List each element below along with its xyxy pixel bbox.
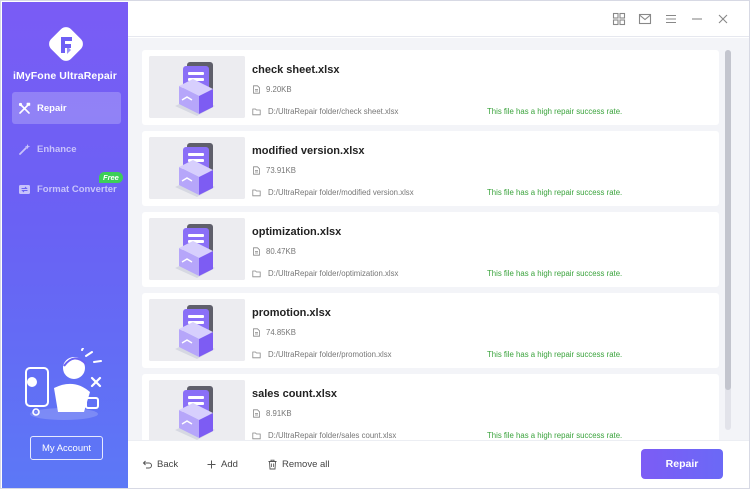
back-arrow-icon	[142, 460, 152, 469]
file-card[interactable]: promotion.xlsx 74.85KB D:/UltraRepair fo…	[142, 293, 719, 368]
file-size: 80.47KB	[266, 247, 296, 256]
sidebar-item-label: Enhance	[37, 143, 77, 155]
file-size: 74.85KB	[266, 328, 296, 337]
file-path: D:/UltraRepair folder/sales count.xlsx	[268, 431, 397, 440]
title-bar	[128, 2, 749, 37]
file-thumbnail	[149, 218, 245, 280]
back-label: Back	[157, 459, 179, 470]
format-converter-icon	[17, 182, 31, 196]
grid-icon[interactable]	[612, 12, 626, 26]
file-path: D:/UltraRepair folder/optimization.xlsx	[268, 269, 399, 278]
repair-status: This file has a high repair success rate…	[487, 350, 623, 359]
free-badge: Free	[99, 172, 123, 183]
file-thumbnail	[149, 56, 245, 118]
file-card[interactable]: optimization.xlsx 80.47KB D:/UltraRepair…	[142, 212, 719, 287]
file-size: 73.91KB	[266, 166, 296, 175]
file-thumbnail	[149, 137, 245, 199]
menu-icon[interactable]	[664, 12, 678, 26]
spreadsheet-repair-icon	[149, 299, 245, 361]
file-thumbnail	[149, 380, 245, 440]
folder-icon	[252, 270, 261, 278]
repair-tools-icon	[17, 101, 31, 115]
close-icon[interactable]	[716, 12, 730, 26]
file-icon	[253, 247, 260, 256]
folder-icon	[252, 351, 261, 359]
spreadsheet-repair-icon	[149, 137, 245, 199]
scrollbar[interactable]	[725, 50, 731, 430]
file-icon	[253, 328, 260, 337]
file-name: promotion.xlsx	[252, 307, 331, 319]
file-icon	[253, 166, 260, 175]
file-path: D:/UltraRepair folder/check sheet.xlsx	[268, 107, 399, 116]
back-button[interactable]: Back	[142, 459, 178, 470]
scroll-thumb[interactable]	[725, 50, 731, 390]
my-account-button[interactable]: My Account	[30, 436, 103, 460]
add-button[interactable]: Add	[206, 459, 238, 470]
file-path: D:/UltraRepair folder/promotion.xlsx	[268, 350, 392, 359]
file-name: sales count.xlsx	[252, 388, 337, 400]
folder-icon	[252, 432, 261, 440]
bottom-toolbar: Back Add Remove all Repair	[128, 440, 749, 488]
file-list: check sheet.xlsx 9.20KB D:/UltraRepair f…	[128, 38, 749, 440]
repair-status: This file has a high repair success rate…	[487, 188, 623, 197]
file-icon	[253, 85, 260, 94]
spreadsheet-repair-icon	[149, 380, 245, 440]
repair-status: This file has a high repair success rate…	[487, 269, 623, 278]
repair-button[interactable]: Repair	[641, 449, 723, 479]
app-name: iMyFone UltraRepair	[12, 70, 117, 82]
plus-icon	[207, 460, 216, 469]
file-name: modified version.xlsx	[252, 145, 365, 157]
sidebar-item-repair[interactable]: Repair	[12, 92, 121, 124]
remove-all-label: Remove all	[282, 459, 330, 470]
file-card[interactable]: sales count.xlsx 8.91KB D:/UltraRepair f…	[142, 374, 719, 440]
support-illustration-icon	[25, 348, 102, 420]
repair-status: This file has a high repair success rate…	[487, 107, 623, 116]
spreadsheet-repair-icon	[149, 218, 245, 280]
app-logo-icon	[49, 27, 83, 61]
remove-all-button[interactable]: Remove all	[267, 459, 330, 470]
file-card[interactable]: check sheet.xlsx 9.20KB D:/UltraRepair f…	[142, 50, 719, 125]
repair-status: This file has a high repair success rate…	[487, 431, 623, 440]
trash-icon	[268, 459, 277, 470]
sidebar-item-label: Format Converter	[37, 183, 117, 195]
spreadsheet-repair-icon	[149, 56, 245, 118]
file-size: 8.91KB	[266, 409, 292, 418]
file-name: check sheet.xlsx	[252, 64, 340, 76]
minimize-icon[interactable]	[690, 12, 704, 26]
file-card[interactable]: modified version.xlsx 73.91KB D:/UltraRe…	[142, 131, 719, 206]
sidebar-item-enhance[interactable]: Enhance	[12, 133, 121, 165]
file-path: D:/UltraRepair folder/modified version.x…	[268, 188, 414, 197]
sidebar-item-label: Repair	[37, 102, 67, 114]
file-name: optimization.xlsx	[252, 226, 342, 238]
file-icon	[253, 409, 260, 418]
file-size: 9.20KB	[266, 85, 292, 94]
file-thumbnail	[149, 299, 245, 361]
mail-icon[interactable]	[638, 12, 652, 26]
folder-icon	[252, 108, 261, 116]
add-label: Add	[221, 459, 238, 470]
app-window: iMyFone UltraRepair Repair Enhance Forma…	[0, 0, 750, 489]
folder-icon	[252, 189, 261, 197]
enhance-wand-icon	[17, 142, 31, 156]
sidebar: iMyFone UltraRepair Repair Enhance Forma…	[2, 2, 128, 488]
